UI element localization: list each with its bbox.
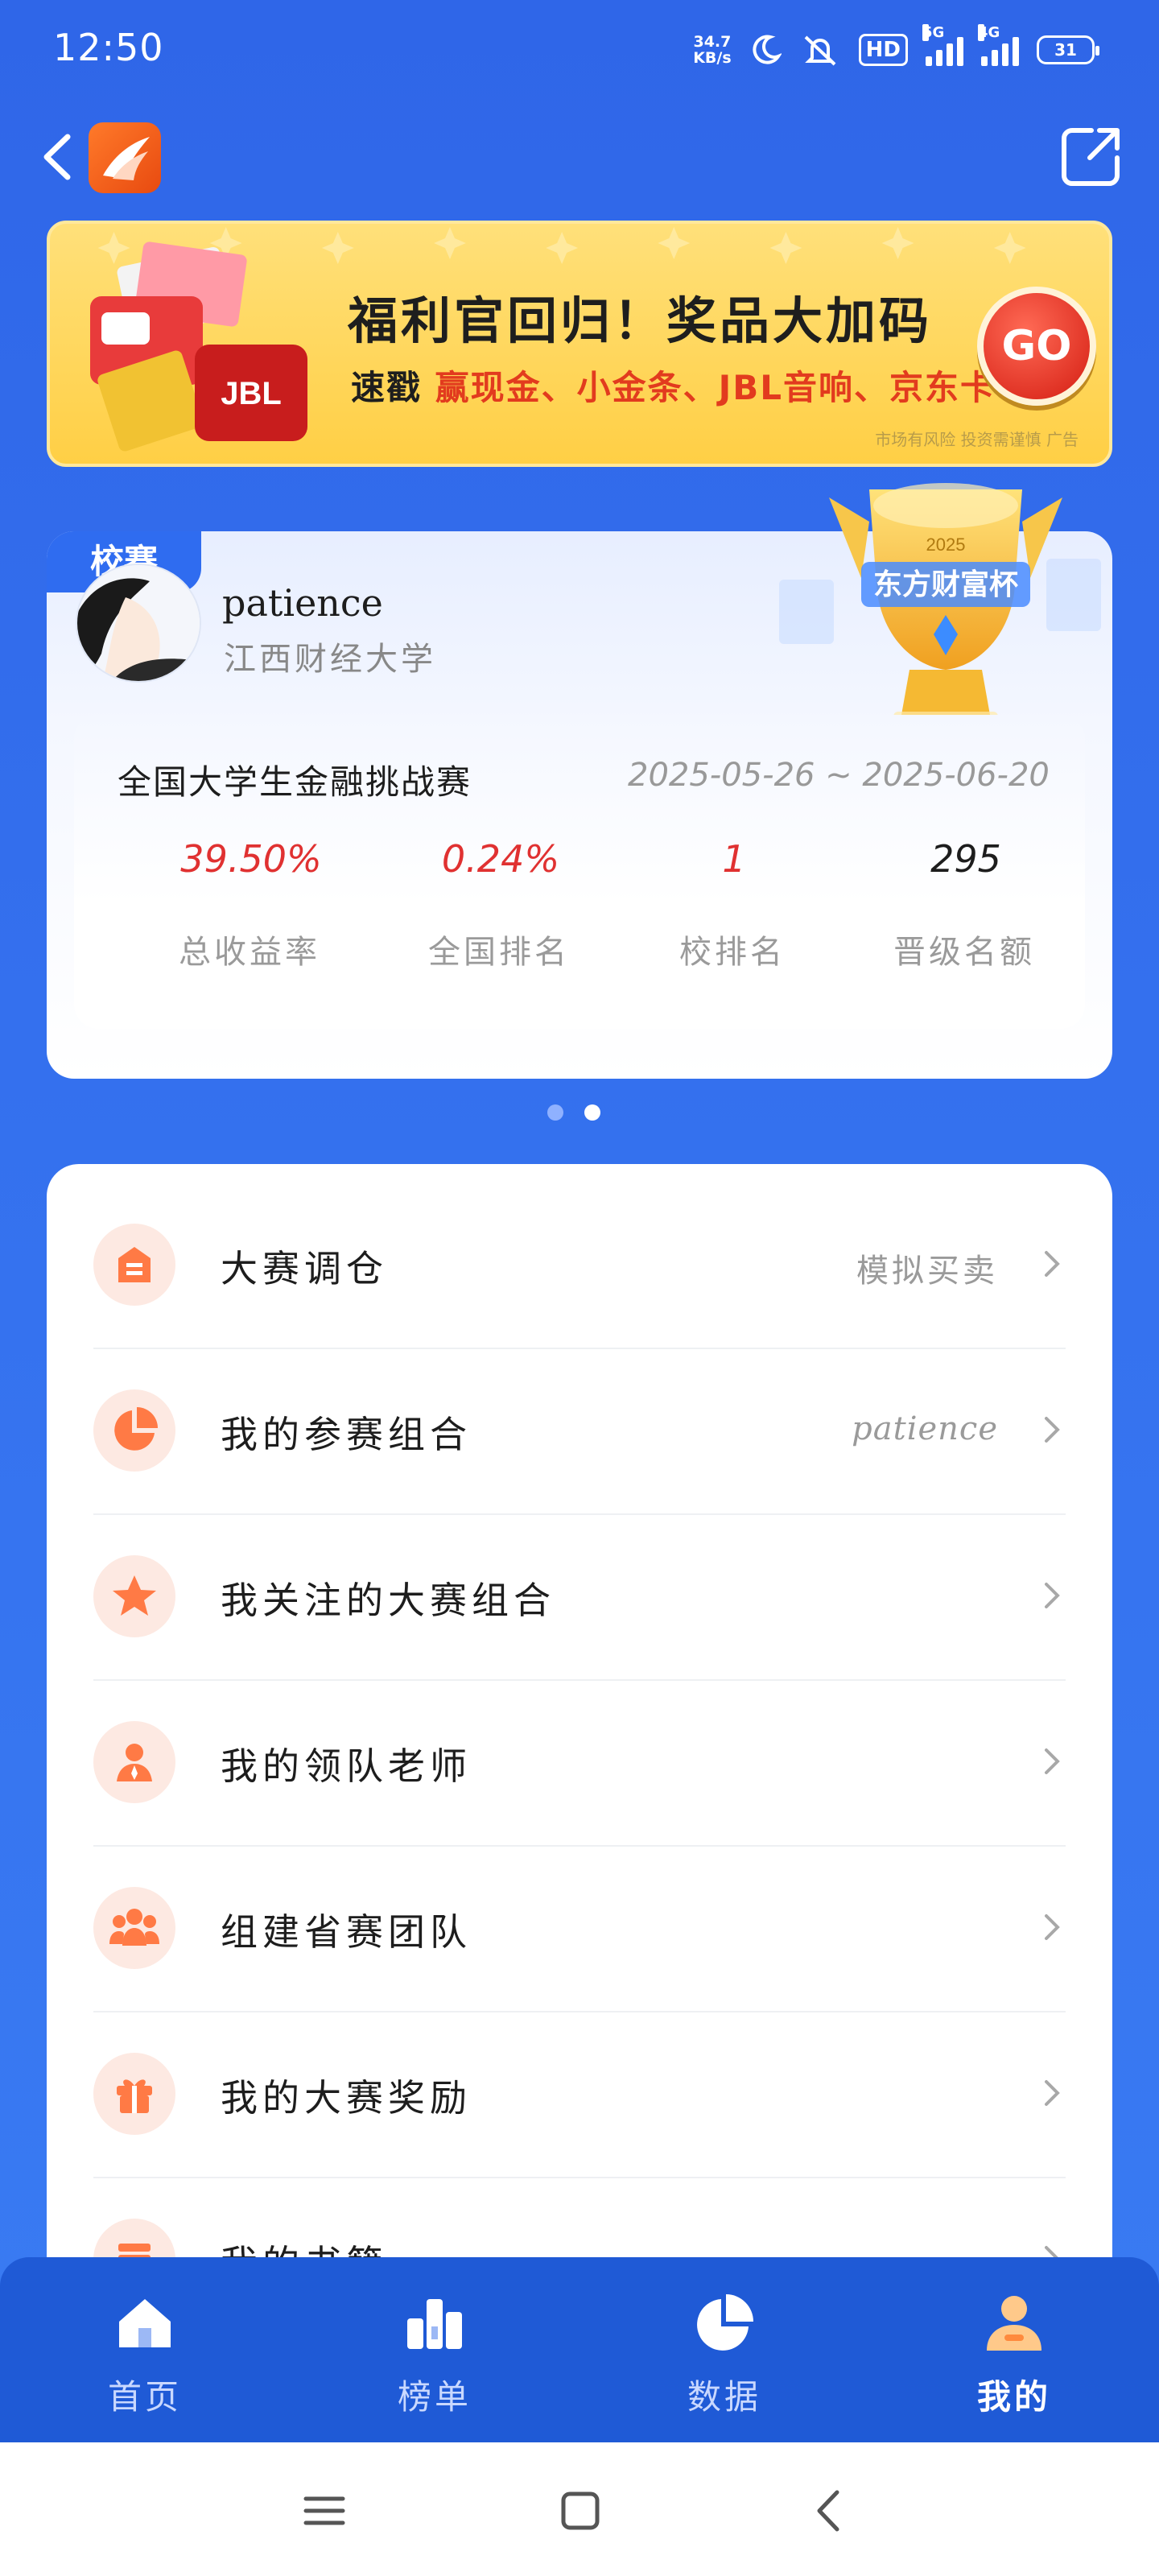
stat-national-rank-label: 全国排名 (428, 934, 570, 971)
stat-total-return-value: 39.50% (180, 837, 322, 881)
menu-label: 我的大赛奖励 (221, 2076, 472, 2120)
tab-leaderboard[interactable]: 榜单 (290, 2257, 580, 2442)
team-icon (93, 1887, 175, 1969)
tab-label: 榜单 (397, 2377, 472, 2417)
share-button[interactable] (1054, 121, 1127, 193)
tab-label: 首页 (107, 2377, 182, 2417)
chevron-right-icon (1045, 1914, 1060, 1940)
banner-subtitle: 速戳 赢现金、小金条、JBL音响、京东卡 (351, 368, 996, 407)
svg-text:东方财富杯: 东方财富杯 (873, 568, 1018, 601)
home-square-icon[interactable] (552, 2483, 608, 2539)
chevron-right-icon (1045, 1417, 1060, 1443)
svg-text:JBL: JBL (221, 376, 282, 411)
stat-school-rank-label: 校排名 (679, 934, 786, 971)
menu-item-my-portfolio[interactable]: 我的参赛组合 patience (47, 1349, 1112, 1515)
tab-profile[interactable]: 我的 (869, 2257, 1159, 2442)
menu-item-followed-portfolios[interactable]: 我关注的大赛组合 (47, 1515, 1112, 1681)
building-icon (93, 1224, 175, 1306)
bottom-tab-bar: 首页 榜单 数据 我的 (0, 2257, 1159, 2442)
chevron-right-icon (1045, 1583, 1060, 1608)
tab-data[interactable]: 数据 (580, 2257, 869, 2442)
avatar[interactable] (76, 564, 201, 683)
menu-label: 我关注的大赛组合 (221, 1579, 555, 1622)
menu-icon[interactable] (296, 2483, 353, 2539)
pie-chart-icon (93, 1389, 175, 1472)
promo-banner[interactable]: JBL 福利官回归！奖品大加码 速戳 赢现金、小金条、JBL音响、京东卡 GO … (47, 221, 1112, 467)
menu-value: 模拟买卖 (856, 1253, 998, 1290)
menu-item-team-teacher[interactable]: 我的领队老师 (47, 1681, 1112, 1847)
gift-icon (93, 2053, 175, 2135)
menu-label: 我的领队老师 (221, 1744, 472, 1788)
stat-school-rank-value: 1 (722, 837, 746, 881)
stat-national-rank-value: 0.24% (441, 837, 560, 881)
user-school: 江西财经大学 (224, 641, 436, 678)
menu-item-build-team[interactable]: 组建省赛团队 (47, 1847, 1112, 2013)
home-icon (119, 2299, 171, 2347)
ad-disclaimer: 市场有风险 投资需谨慎 广告 (875, 430, 1079, 449)
app-logo (89, 122, 161, 193)
menu-label: 组建省赛团队 (221, 1910, 472, 1954)
user-name: patience (222, 581, 383, 625)
chevron-right-icon (1045, 1748, 1060, 1774)
leaderboard-icon (407, 2299, 462, 2349)
menu-value: patience (852, 1410, 998, 1447)
profile-icon (987, 2296, 1041, 2351)
pager-dot[interactable] (547, 1104, 563, 1121)
teacher-icon (93, 1721, 175, 1803)
system-nav-bar (0, 2442, 1159, 2576)
contest-dates: 2025-05-26 ~ 2025-06-20 (628, 757, 1050, 794)
stat-quota-label: 晋级名额 (893, 934, 1035, 971)
pager-dot-active[interactable] (584, 1104, 600, 1121)
avatar-illustration (77, 565, 200, 681)
star-icon (93, 1555, 175, 1637)
back-button[interactable] (35, 129, 84, 185)
data-pie-icon (697, 2294, 753, 2351)
contest-name: 全国大学生金融挑战赛 (118, 762, 472, 802)
svg-text:2025: 2025 (926, 535, 966, 555)
trophy-icon: 2025 东方财富杯 (829, 483, 1062, 736)
chevron-right-icon (1045, 1251, 1060, 1277)
logo-mark-icon (103, 137, 150, 180)
hd-badge: HD (858, 34, 908, 66)
signal-5g-icon: 5G (922, 24, 963, 66)
tab-home[interactable]: 首页 (0, 2257, 290, 2442)
status-icons: 34.7 KB/s HD 5G 4G 31 (693, 24, 1099, 72)
signal-4g-icon: 4G (978, 24, 1019, 66)
tab-label: 我的 (976, 2377, 1051, 2417)
menu-item-rebalance[interactable]: 大赛调仓 模拟买卖 (47, 1183, 1112, 1349)
status-time: 12:50 (53, 26, 164, 69)
stat-quota-value: 295 (930, 837, 1001, 881)
menu-item-rewards[interactable]: 我的大赛奖励 (47, 2013, 1112, 2178)
battery-icon: 31 (1037, 35, 1099, 64)
banner-title: 福利官回归！奖品大加码 (348, 291, 933, 350)
go-button[interactable]: GO (977, 287, 1096, 406)
status-bar: 12:50 34.7 KB/s HD 5G 4G 31 (0, 0, 1159, 105)
gifts-illustration: JBL (90, 242, 307, 452)
mute-icon (804, 35, 836, 66)
menu-label: 大赛调仓 (221, 1247, 388, 1290)
menu-label: 我的参赛组合 (221, 1413, 472, 1456)
stat-total-return-label: 总收益率 (179, 934, 320, 971)
carousel-pager (547, 1104, 600, 1121)
tab-label: 数据 (687, 2377, 761, 2417)
chevron-right-icon (1045, 2080, 1060, 2106)
back-icon[interactable] (802, 2483, 858, 2539)
moon-icon (753, 35, 782, 64)
net-speed: 34.7 KB/s (693, 33, 732, 67)
